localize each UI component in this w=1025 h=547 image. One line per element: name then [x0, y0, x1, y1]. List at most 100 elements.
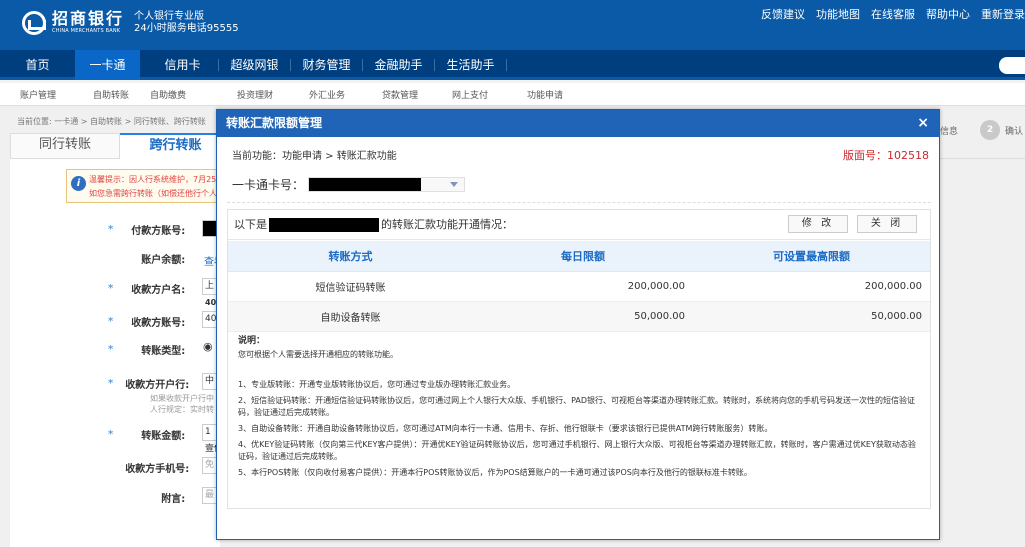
notice-line1: 温馨提示：因人行系统维护，7月25 [89, 175, 217, 184]
edition-label: 个人银行专业版 [134, 10, 205, 22]
method-cell: 短信验证码转账 [228, 271, 473, 302]
nav-divider [362, 59, 363, 71]
subnav-online-pay[interactable]: 网上支付 [452, 88, 488, 101]
redacted-card-number [309, 178, 422, 191]
nav-debit-card[interactable]: 一卡通 [75, 50, 140, 80]
dialog-title: 转账汇款限额管理 [226, 116, 323, 130]
payee-account-label: 收款方账号: [131, 318, 186, 329]
nav-finance[interactable]: 财务管理 [294, 50, 359, 80]
bank-logo[interactable]: 招商银行 CHINA MERCHANTS BANK 个人银行专业版 24小时服务… [22, 10, 239, 35]
edit-button[interactable]: 修 改 [788, 215, 848, 233]
subnav-invest[interactable]: 投资理财 [237, 88, 273, 101]
redacted-name [269, 217, 379, 232]
notice-box: i 温馨提示：因人行系统维护，7月25 如您急需跨行转账（如偿还他行个人 [66, 169, 226, 203]
nav-divider [434, 59, 435, 71]
balance-row: *账户余额: [108, 251, 185, 266]
card-number-select[interactable] [308, 177, 466, 192]
table-header-row: 转账方式 每日限额 可设置最高限额 [228, 241, 930, 272]
required-mark: * [108, 316, 114, 327]
payee-phone-label: 收款方手机号: [125, 464, 190, 475]
note-item: 2、短信验证码转账：开通短信验证码转账协议后，您可通过网上个人银行大众版、手机银… [238, 396, 916, 417]
note-item: 1、专业版转账：开通专业版转账协议后，您可通过专业版办理转账汇款业务。 [238, 380, 516, 389]
limits-panel: 以下是 的转账汇款功能开通情况： 修 改 关 闭 转账方式 每日限额 可设置最高… [227, 209, 931, 509]
payer-account-row: * 付款方账号: [108, 222, 185, 237]
dialog-breadcrumb: 当前功能：功能申请 > 转账汇款功能 [232, 151, 397, 162]
panel-suffix: 的转账汇款功能开通情况： [381, 217, 513, 231]
payer-account-label: 付款方账号: [131, 226, 186, 237]
main-nav: 首页 一卡通 信用卡 超级网银 财务管理 金融助手 生活助手 [0, 50, 1025, 80]
daily-limit-cell: 50,000.00 [473, 301, 693, 332]
edition-info: 个人银行专业版 24小时服务电话95555 [134, 11, 239, 35]
required-mark: * [108, 224, 114, 235]
balance-label: 账户余额: [141, 255, 186, 266]
payee-phone-row: *收款方手机号: [108, 460, 190, 475]
nav-financial-assistant[interactable]: 金融助手 [366, 50, 431, 80]
note-item: 5、本行POS转账（仅向收付易客户提供）：开通本行POS转账协议后，作为POS结… [238, 468, 752, 477]
site-map-link[interactable]: 功能地图 [816, 6, 860, 22]
online-service-link[interactable]: 在线客服 [871, 6, 915, 22]
amount-label: 转账金额: [141, 431, 186, 442]
payee-account-row: * 收款方账号: [108, 314, 185, 329]
limit-management-dialog: 转账汇款限额管理 × 当前功能：功能申请 > 转账汇款功能 版面号：102518… [216, 109, 940, 540]
feedback-link[interactable]: 反馈建议 [761, 6, 805, 22]
card-number-row: 一卡通卡号： [232, 176, 466, 193]
subnav-account[interactable]: 账户管理 [20, 88, 56, 101]
breadcrumb: 当前位置: 一卡通 > 自助转账 > 同行转账、跨行转账 [17, 117, 206, 126]
bank-name-en: CHINA MERCHANTS BANK [52, 28, 121, 34]
chevron-down-icon [450, 182, 459, 187]
subnav-forex[interactable]: 外汇业务 [309, 88, 345, 101]
notice-line2: 如您急需跨行转账（如偿还他行个人 [89, 189, 217, 198]
col-daily-limit: 每日限额 [473, 241, 693, 272]
help-center-link[interactable]: 帮助中心 [926, 6, 970, 22]
note-item: 3、自助设备转账：开通自助设备转账协议后，您可通过ATM向本行一卡通、信用卡、存… [238, 424, 773, 433]
payee-bank-row: * 收款方开户行: [108, 376, 190, 391]
tab-same-bank[interactable]: 同行转账 [10, 133, 120, 159]
subnav-apply[interactable]: 功能申请 [527, 88, 563, 101]
top-header: 招商银行 CHINA MERCHANTS BANK 个人银行专业版 24小时服务… [0, 0, 1025, 50]
nav-divider [290, 59, 291, 71]
subnav-payment[interactable]: 自助缴费 [150, 88, 186, 101]
table-row: 自助设备转账 50,000.00 50,000.00 [228, 301, 930, 332]
col-max-limit: 可设置最高限额 [693, 241, 930, 272]
card-number-label: 一卡通卡号： [232, 178, 305, 192]
required-mark: * [108, 429, 114, 440]
note-item: 4、优KEY验证码转账（仅向第三代KEY客户提供）：开通优KEY验证码转账协议后… [238, 440, 916, 461]
payee-name-label: 收款方户名: [131, 285, 186, 296]
limits-table: 转账方式 每日限额 可设置最高限额 短信验证码转账 200,000.00 200… [228, 241, 930, 332]
daily-limit-cell: 200,000.00 [473, 271, 693, 302]
transfer-type-radio[interactable]: ◉ [203, 340, 213, 353]
notes-title: 说明： [238, 336, 266, 346]
nav-search-box[interactable] [999, 57, 1025, 74]
payee-bank-hint1: 如果收款开户行中 [150, 394, 214, 403]
nav-home[interactable]: 首页 [10, 50, 65, 80]
payee-bank-hint2: 人行规定：实时转 [150, 405, 214, 414]
payee-bank-label: 收款方开户行: [125, 380, 190, 391]
amount-row: * 转账金额: [108, 427, 185, 442]
notes-section: 说明： 您可根据个人需要选择开通相应的转账功能。 1、专业版转账：开通专业版转账… [238, 335, 918, 483]
method-cell: 自助设备转账 [228, 301, 473, 332]
required-mark: * [108, 378, 114, 389]
nav-super-ebank[interactable]: 超级网银 [222, 50, 287, 80]
sub-nav: 账户管理 自助转账 自助缴费 投资理财 外汇业务 贷款管理 网上支付 功能申请 [0, 83, 1025, 106]
nav-credit-card[interactable]: 信用卡 [150, 50, 215, 80]
remark-label: 附言: [161, 494, 186, 505]
close-button[interactable]: 关 闭 [857, 215, 917, 233]
nav-life-assistant[interactable]: 生活助手 [438, 50, 503, 80]
col-method: 转账方式 [228, 241, 473, 272]
required-mark: * [108, 283, 114, 294]
panel-header: 以下是 的转账汇款功能开通情况： 修 改 关 闭 [228, 210, 930, 240]
transfer-type-label: 转账类型: [141, 346, 186, 357]
bank-name: 招商银行 [52, 9, 125, 28]
max-limit-cell: 50,000.00 [693, 301, 930, 332]
nav-divider [506, 59, 507, 71]
subnav-loan[interactable]: 贷款管理 [382, 88, 418, 101]
relogin-link[interactable]: 重新登录 [981, 6, 1025, 22]
page-code: 版面号：102518 [843, 149, 929, 162]
nav-divider [218, 59, 219, 71]
close-icon[interactable]: × [917, 110, 929, 137]
table-row: 短信验证码转账 200,000.00 200,000.00 [228, 271, 930, 302]
info-icon: i [71, 176, 86, 191]
max-limit-cell: 200,000.00 [693, 271, 930, 302]
required-mark: * [108, 344, 114, 355]
subnav-transfer[interactable]: 自助转账 [93, 88, 129, 101]
